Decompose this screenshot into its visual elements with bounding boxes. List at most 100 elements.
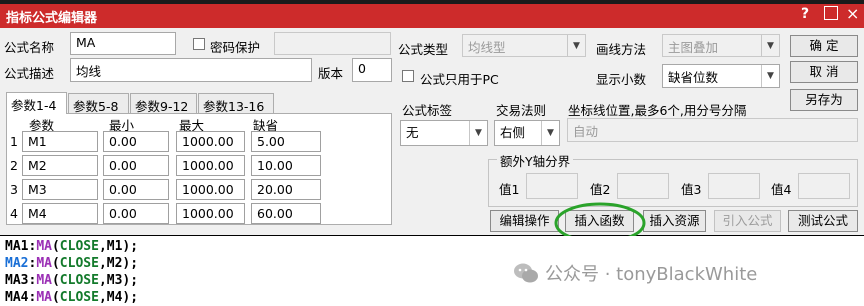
chevron-down-icon: ▼ [541,121,559,145]
param-row-index: 4 [10,206,18,221]
axis-pos-input[interactable]: 自动 [567,118,858,142]
param-default-input[interactable]: 10.00 [251,155,321,176]
close-icon[interactable]: × [846,4,859,23]
test-formula-button[interactable]: 测试公式 [788,210,858,232]
insert-resource-button[interactable]: 插入资源 [643,210,706,232]
edit-ops-button[interactable]: 编辑操作 [490,210,559,232]
formula-tag-value: 无 [406,125,419,140]
tab-params-5-8[interactable]: 参数5-8 [68,93,129,114]
help-icon[interactable]: ? [801,6,809,22]
code-param: M2 [106,256,123,271]
param-max-input[interactable]: 1000.00 [176,203,245,224]
insert-function-button[interactable]: 插入函数 [565,210,634,232]
code-arg: CLOSE [59,239,99,254]
restore-icon[interactable] [824,6,838,20]
password-protect-label: 密码保护 [210,40,261,55]
param-min-input[interactable]: 0.00 [103,179,169,200]
password-input[interactable] [274,32,391,55]
code-editor[interactable]: MA1:MA(CLOSE,M1); MA2:MA(CLOSE,M2); MA3:… [0,236,864,306]
formula-name-label: 公式名称 [4,40,55,55]
formula-editor-dialog: 公式名称 MA 密码保护 公式类型 均线型 ▼ 画线方法 主图叠加 ▼ 确 定 … [0,28,864,244]
formula-tag-label: 公式标签 [402,103,453,118]
code-func: MA [36,239,52,254]
code-var: MA4 [5,290,29,305]
ok-button[interactable]: 确 定 [790,35,858,57]
code-arg: CLOSE [59,290,99,305]
y-axis-groupbox: 额外Y轴分界 值1 值2 值3 值4 [488,151,858,207]
code-arg: CLOSE [59,273,99,288]
y-value-label-3: 值3 [681,182,702,197]
formula-type-select[interactable]: 均线型 ▼ [462,34,586,57]
param-max-input[interactable]: 1000.00 [176,155,245,176]
param-row-index: 3 [10,182,18,197]
formula-type-value: 均线型 [468,40,506,55]
tab-params-1-4[interactable]: 参数1-4 [6,92,67,114]
code-arg: CLOSE [59,256,99,271]
chevron-down-icon: ▼ [469,121,487,145]
param-max-input[interactable]: 1000.00 [176,131,245,152]
decimals-select[interactable]: 缺省位数 ▼ [662,64,780,88]
code-var: MA1 [5,239,29,254]
taskbar-strip [0,0,864,4]
code-func: MA [36,256,52,271]
param-row-index: 1 [10,134,18,149]
chevron-down-icon: ▼ [761,65,779,87]
param-name-input[interactable]: M3 [22,179,98,200]
y-value-input-3[interactable] [708,173,760,199]
code-line: MA3:MA(CLOSE,M3); [5,273,139,288]
tab-params-13-16[interactable]: 参数13-16 [198,93,274,114]
wechat-icon [514,263,538,283]
formula-desc-input[interactable]: 均线 [70,58,312,82]
axis-pos-label: 坐标线位置,最多6个,用分号分隔 [568,103,747,118]
y-axis-group-label: 额外Y轴分界 [497,151,574,170]
code-var: MA2 [5,256,29,271]
decimals-value: 缺省位数 [668,70,719,85]
title-bar[interactable]: 指标公式编辑器 ? × [0,0,864,28]
param-default-input[interactable]: 5.00 [251,131,321,152]
param-name-input[interactable]: M4 [22,203,98,224]
code-line: MA4:MA(CLOSE,M4); [5,290,139,305]
save-as-button[interactable]: 另存为 [790,89,858,111]
trade-rule-select[interactable]: 右侧 ▼ [494,120,560,146]
draw-method-select[interactable]: 主图叠加 ▼ [662,34,780,57]
code-func: MA [36,290,52,305]
param-default-input[interactable]: 60.00 [251,203,321,224]
chevron-down-icon: ▼ [567,35,585,56]
y-value-label-1: 值1 [499,182,520,197]
draw-method-label: 画线方法 [596,42,647,57]
param-min-input[interactable]: 0.00 [103,131,169,152]
code-param: M4 [106,290,123,305]
formula-tag-select[interactable]: 无 ▼ [400,120,488,146]
pc-only-checkbox[interactable] [402,70,414,82]
param-min-input[interactable]: 0.00 [103,155,169,176]
decimals-label: 显示小数 [596,72,647,87]
param-min-input[interactable]: 0.00 [103,203,169,224]
version-label: 版本 [318,66,344,81]
y-value-input-4[interactable] [798,173,850,199]
code-line: MA1:MA(CLOSE,M1); [5,239,139,254]
draw-method-value: 主图叠加 [668,40,719,55]
code-var: MA3 [5,273,29,288]
code-param: M1 [106,239,123,254]
trade-rule-value: 右侧 [500,125,526,140]
param-max-input[interactable]: 1000.00 [176,179,245,200]
params-panel: 参数 最小 最大 缺省 1 M1 0.00 1000.00 5.00 2 M2 … [6,113,392,225]
version-input[interactable]: 0 [352,58,392,82]
formula-name-input[interactable]: MA [70,32,176,55]
param-name-input[interactable]: M2 [22,155,98,176]
y-value-label-4: 值4 [771,182,792,197]
cancel-button[interactable]: 取 消 [790,61,858,83]
param-name-input[interactable]: M1 [22,131,98,152]
tab-params-9-12[interactable]: 参数9-12 [130,93,197,114]
formula-type-label: 公式类型 [398,42,449,57]
param-default-input[interactable]: 20.00 [251,179,321,200]
import-formula-button[interactable]: 引入公式 [714,210,781,232]
formula-desc-label: 公式描述 [4,66,55,81]
window-title: 指标公式编辑器 [6,11,98,26]
y-value-input-2[interactable] [617,173,669,199]
password-protect-checkbox[interactable] [193,38,205,50]
trade-rule-label: 交易法则 [496,103,547,118]
y-value-label-2: 值2 [590,182,611,197]
y-value-input-1[interactable] [526,173,578,199]
pc-only-label: 公式只用于PC [420,72,499,87]
